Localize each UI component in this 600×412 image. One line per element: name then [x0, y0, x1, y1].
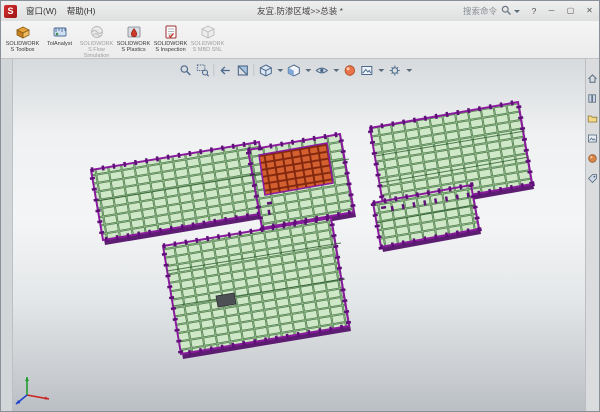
tolanalyst-icon: [52, 24, 68, 40]
search-placeholder[interactable]: 搜索命令: [463, 5, 497, 17]
model-canvas[interactable]: [1, 59, 600, 412]
custom-properties-icon[interactable]: [587, 171, 598, 182]
addin-tolanalyst[interactable]: TolAnalyst: [41, 23, 78, 57]
graphics-area[interactable]: [1, 59, 599, 411]
minimize-button[interactable]: ─: [542, 1, 561, 21]
menu-help[interactable]: 帮助(H): [62, 1, 101, 21]
plastics-icon: [126, 24, 142, 40]
flow-simulation-icon: [89, 24, 105, 40]
addin-inspection[interactable]: SOLIDWORKS Inspection: [152, 23, 189, 57]
close-button[interactable]: ✕: [580, 1, 599, 21]
addin-label: SOLIDWORKS Flow Simulation: [78, 41, 115, 59]
addin-plastics[interactable]: SOLIDWORKS Plastics: [115, 23, 152, 57]
previous-view-icon[interactable]: [218, 63, 232, 77]
command-search[interactable]: 搜索命令: [463, 5, 520, 18]
view-settings-icon[interactable]: [387, 63, 401, 77]
solidworks-window: S 窗口(W) 帮助(H) 友宜.防渗区域>>总装 * 搜索命令 ? ─ ▢ ✕…: [0, 0, 600, 412]
addin-solidworks-toolbox[interactable]: SOLIDWORKS Toolbox: [4, 23, 41, 57]
search-icon[interactable]: [501, 5, 512, 18]
addin-mbd-snl[interactable]: SOLIDWORKS MBD SNL: [189, 23, 226, 57]
chevron-down-icon[interactable]: [514, 10, 520, 13]
menu-window[interactable]: 窗口(W): [21, 1, 62, 21]
titlebar-right: 搜索命令 ? ─ ▢ ✕: [463, 1, 599, 21]
appearances-scenes-icon[interactable]: [587, 151, 598, 162]
chevron-down-icon[interactable]: [333, 69, 339, 72]
solidworks-logo-icon[interactable]: S: [4, 5, 17, 18]
reference-triad: [13, 369, 57, 407]
model-opening: [216, 293, 236, 307]
addin-label: SOLIDWORKS Inspection: [152, 41, 189, 53]
addin-label: TolAnalyst: [47, 41, 72, 47]
edit-appearance-icon[interactable]: [342, 63, 356, 77]
toolbar-separator: [253, 64, 254, 76]
display-style-icon[interactable]: [286, 63, 300, 77]
chevron-down-icon[interactable]: [277, 69, 283, 72]
help-button[interactable]: ?: [526, 1, 542, 21]
featuremanager-collapsed-strip[interactable]: [1, 59, 13, 411]
addin-label: SOLIDWORKS Plastics: [115, 41, 152, 53]
chevron-down-icon[interactable]: [406, 69, 412, 72]
addin-label: SOLIDWORKS MBD SNL: [189, 41, 226, 53]
toolbox-icon: [15, 24, 31, 40]
addin-label: SOLIDWORKS Toolbox: [4, 41, 41, 53]
headsup-toolbar: [178, 63, 412, 77]
section-view-icon[interactable]: [235, 63, 249, 77]
view-orientation-icon[interactable]: [258, 63, 272, 77]
solidworks-resources-icon[interactable]: [587, 71, 598, 82]
mbd-icon: [200, 24, 216, 40]
titlebar: S 窗口(W) 帮助(H) 友宜.防渗区域>>总装 * 搜索命令 ? ─ ▢ ✕: [1, 1, 599, 22]
view-palette-icon[interactable]: [587, 131, 598, 142]
zoom-to-area-icon[interactable]: [195, 63, 209, 77]
design-library-icon[interactable]: [587, 91, 598, 102]
model-slabs: [91, 102, 532, 354]
apply-scene-icon[interactable]: [359, 63, 373, 77]
file-explorer-icon[interactable]: [587, 111, 598, 122]
toolbar-separator: [213, 64, 214, 76]
maximize-button[interactable]: ▢: [561, 1, 580, 21]
zoom-to-fit-icon[interactable]: [178, 63, 192, 77]
hide-show-items-icon[interactable]: [314, 63, 328, 77]
chevron-down-icon[interactable]: [305, 69, 311, 72]
commandmanager-ribbon: SOLIDWORKS Toolbox TolAnalyst SOLIDWORKS…: [1, 21, 599, 59]
addin-flow-simulation[interactable]: SOLIDWORKS Flow Simulation: [78, 23, 115, 57]
chevron-down-icon[interactable]: [378, 69, 384, 72]
task-pane: [585, 59, 599, 411]
inspection-icon: [163, 24, 179, 40]
